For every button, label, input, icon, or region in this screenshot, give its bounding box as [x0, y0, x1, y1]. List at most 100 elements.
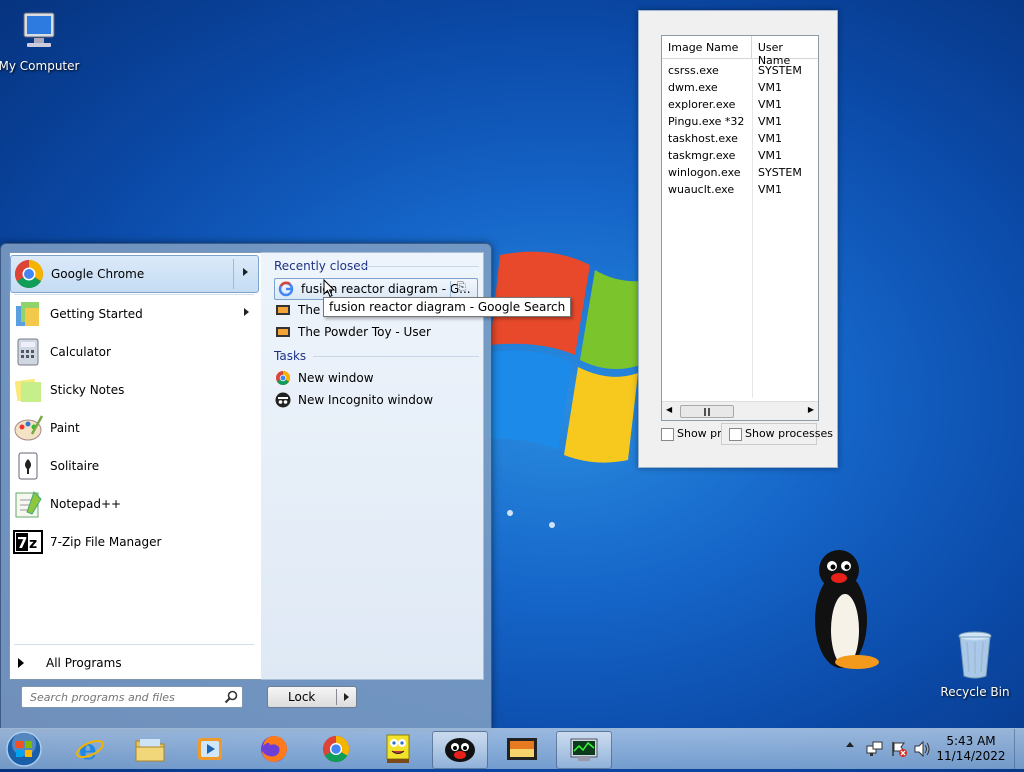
program-label: Sticky Notes [50, 383, 125, 397]
program-sticky-notes[interactable]: Sticky Notes [10, 372, 259, 408]
desktop-icon-recycle-bin[interactable]: Recycle Bin [933, 630, 1017, 699]
clock[interactable]: 5:43 AM 11/14/2022 [936, 734, 1006, 764]
table-row[interactable]: dwm.exe VM1 [662, 81, 818, 98]
search-icon[interactable] [224, 690, 238, 704]
show-processes-checkbox[interactable]: Show processes [721, 423, 833, 445]
process-image: Pingu.exe *32 [668, 115, 745, 128]
network-icon[interactable] [866, 740, 884, 758]
recycle-bin-label: Recycle Bin [940, 685, 1010, 699]
process-user: VM1 [758, 132, 783, 145]
lock-options-arrow-icon[interactable] [344, 693, 349, 701]
divider [313, 356, 479, 357]
taskbar-pingu[interactable] [432, 731, 488, 769]
show-desktop-button[interactable] [1014, 729, 1024, 769]
checkbox-icon [661, 427, 674, 441]
divider [14, 294, 254, 295]
table-row[interactable]: csrss.exe SYSTEM [662, 64, 818, 81]
table-row[interactable]: taskmgr.exe VM1 [662, 149, 818, 166]
recent-item-the[interactable]: The [275, 300, 320, 320]
recent-item-label: The [298, 303, 321, 317]
horizontal-scrollbar[interactable]: ◀ ‖‖ ▶ [662, 401, 818, 420]
clock-date: 11/14/2022 [936, 749, 1006, 763]
pingu-character[interactable] [805, 548, 885, 672]
process-list[interactable]: Image Name User Name csrss.exe SYSTEM dwm… [661, 35, 819, 421]
program-7-zip-file-manager[interactable]: 7z 7-Zip File Manager [10, 524, 259, 560]
getting-started-icon [16, 302, 39, 326]
taskbar-internet-explorer[interactable]: e [62, 731, 118, 767]
program-label: Notepad++ [50, 497, 122, 511]
program-calculator[interactable]: Calculator [10, 334, 259, 370]
notepad-plus-plus-icon [15, 491, 42, 518]
program-paint[interactable]: Paint [10, 410, 259, 446]
firefox-icon [261, 736, 287, 762]
table-row[interactable]: Pingu.exe *32 VM1 [662, 115, 818, 132]
column-image-name[interactable]: Image Name [662, 36, 752, 58]
taskbar-chrome[interactable] [308, 731, 364, 767]
speaker-icon[interactable] [913, 740, 931, 758]
separator [233, 259, 234, 289]
svg-text:z: z [29, 536, 37, 552]
taskbar-firefox[interactable] [246, 731, 302, 767]
taskbar-media-player[interactable] [182, 731, 238, 767]
process-image: taskhost.exe [668, 132, 738, 145]
task-label: New Incognito window [298, 393, 434, 407]
process-image: csrss.exe [668, 64, 719, 77]
action-center-flag-icon[interactable] [890, 740, 908, 758]
media-player-icon [198, 738, 222, 760]
program-label: Calculator [50, 345, 111, 359]
divider [359, 266, 479, 267]
process-image: explorer.exe [668, 98, 736, 111]
windows-orb-icon [6, 731, 42, 767]
start-button[interactable] [4, 729, 46, 769]
program-label: Solitaire [50, 459, 100, 473]
program-getting-started[interactable]: Getting Started [10, 296, 259, 332]
program-google-chrome[interactable]: Google Chrome [10, 255, 259, 293]
program-notepad-plus-plus[interactable]: Notepad++ [10, 486, 259, 522]
taskbar-task-manager[interactable] [556, 731, 612, 769]
sticky-notes-icon [14, 378, 41, 402]
all-programs-label: All Programs [46, 656, 122, 670]
task-new-incognito-window[interactable]: New Incognito window [275, 390, 433, 410]
program-label: 7-Zip File Manager [50, 535, 162, 549]
task-manager-window: Image Name User Name csrss.exe SYSTEM dwm… [638, 10, 838, 468]
task-new-window[interactable]: New window [275, 368, 374, 388]
process-user: VM1 [758, 81, 783, 94]
recent-item-label: The Powder Toy - User [298, 325, 431, 339]
recent-item-the-powder-toy[interactable]: The Powder Toy - User [275, 322, 431, 342]
program-solitaire[interactable]: Solitaire [10, 448, 259, 484]
process-user: VM1 [758, 149, 783, 162]
all-programs-button[interactable]: All Programs [18, 653, 253, 673]
taskbar: e 5:43 AM 11/14/2022 [0, 728, 1024, 769]
show-hidden-icons-icon[interactable] [846, 742, 854, 747]
scrollbar-thumb[interactable]: ‖‖ [680, 405, 734, 418]
table-row[interactable]: explorer.exe VM1 [662, 98, 818, 115]
chevron-right-icon[interactable] [243, 268, 248, 276]
lock-button[interactable]: Lock [267, 686, 357, 708]
process-user: SYSTEM [758, 64, 802, 77]
show-processes-checkbox-back[interactable]: Show pro [661, 427, 728, 441]
column-divider [752, 58, 753, 398]
pin-icon[interactable]: ⎘ [457, 280, 466, 294]
search-box[interactable] [21, 686, 243, 708]
computer-icon [23, 12, 55, 47]
process-image: dwm.exe [668, 81, 718, 94]
table-row[interactable]: taskhost.exe VM1 [662, 132, 818, 149]
table-row[interactable]: wuauclt.exe VM1 [662, 183, 818, 200]
desktop-icon-my-computer[interactable]: My Computer [0, 10, 81, 73]
search-input[interactable] [28, 688, 217, 706]
column-user-name[interactable]: User Name [752, 36, 818, 67]
chrome-icon [322, 735, 350, 763]
pingu-icon [445, 738, 475, 762]
scroll-left-icon[interactable]: ◀ [666, 405, 672, 414]
program-label: Google Chrome [51, 267, 145, 281]
separator [336, 689, 337, 705]
table-row[interactable]: winlogon.exe SYSTEM [662, 166, 818, 183]
chevron-right-icon[interactable] [244, 308, 249, 316]
scroll-right-icon[interactable]: ▶ [808, 405, 814, 414]
taskbar-file-explorer[interactable] [122, 731, 178, 767]
taskbar-spongebob[interactable] [370, 731, 426, 767]
tasks-heading: Tasks [274, 349, 307, 363]
internet-explorer-icon: e [76, 734, 104, 764]
triangle-right-icon [18, 658, 24, 668]
taskbar-powder-toy[interactable] [494, 731, 550, 767]
